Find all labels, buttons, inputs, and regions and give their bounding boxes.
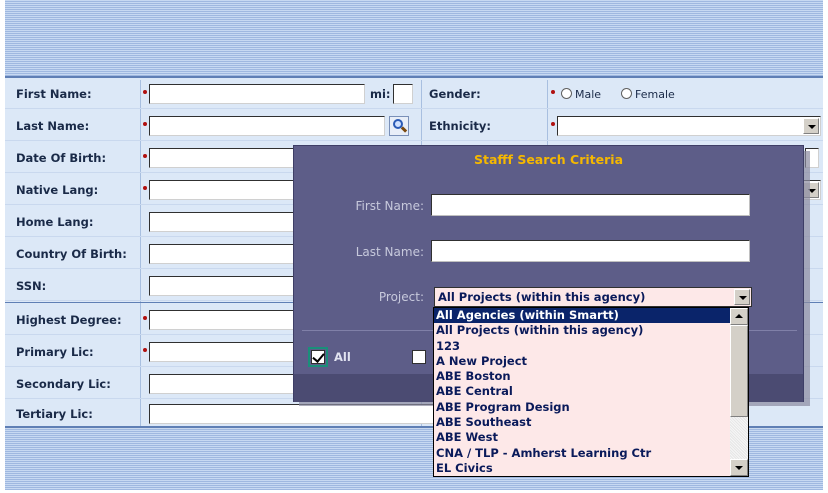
required-marker [143,348,147,352]
search-first-name-label: First Name: [355,199,424,213]
dropdown-option[interactable]: All Projects (within this agency) [434,323,730,338]
search-button[interactable] [389,116,409,136]
middle-initial-input[interactable] [393,84,413,104]
country-select[interactable] [149,244,299,264]
dropdown-option[interactable]: EL Civics [434,461,730,476]
required-marker [551,122,555,126]
gender-male-label: Male [575,88,602,101]
dropdown-option[interactable]: ABE Central [434,384,730,399]
primary-lic-select[interactable] [149,342,299,362]
dropdown-scrollbar[interactable] [730,308,748,476]
primary-lic-label: Primary Lic: [16,345,94,359]
secondary-lic-label: Secondary Lic: [16,377,111,391]
all-checkbox-label: All [334,350,351,364]
gender-female-label: Female [635,88,675,101]
highest-degree-select[interactable] [149,310,299,330]
scroll-down-button[interactable] [730,459,748,476]
dropdown-option[interactable]: All Agencies (within Smartt) [434,308,730,324]
project-selected-value: All Projects (within this agency) [438,290,646,304]
dropdown-option[interactable]: ABE Boston [434,369,730,384]
required-marker [143,122,147,126]
dropdown-option[interactable]: ABE Program Design [434,400,730,415]
dialog-title: Stafff Search Criteria [473,152,624,167]
all-checkbox[interactable] [311,350,325,364]
gender-male-radio[interactable] [561,88,572,99]
ethnicity-label: Ethnicity: [429,119,492,133]
last-name-input[interactable] [149,116,385,136]
first-name-input[interactable] [149,84,365,104]
ssn-input[interactable] [149,276,299,296]
row-last-name: Last Name: Ethnicity: [5,110,823,141]
ethnicity-select[interactable] [557,116,821,136]
search-last-name-label: Last Name: [355,245,424,259]
dropdown-option[interactable]: 123 [434,339,730,354]
dropdown-option[interactable]: ABE West [434,430,730,445]
project-select[interactable]: All Projects (within this agency) [434,287,752,307]
last-name-label: Last Name: [16,119,90,133]
scroll-up-button[interactable] [730,308,748,325]
gender-female-radio[interactable] [621,88,632,99]
project-dropdown-list[interactable]: All Agencies (within Smartt) All Projects… [433,307,749,477]
native-lang-select[interactable] [149,180,299,200]
gender-label: Gender: [429,87,481,101]
first-name-label: First Name: [16,87,92,101]
required-marker [143,316,147,320]
dropdown-options: All Agencies (within Smartt) All Projects… [434,308,748,476]
ssn-label: SSN: [16,279,47,293]
scroll-thumb[interactable] [730,325,748,417]
required-marker [143,90,147,94]
home-lang-select[interactable] [149,212,299,232]
dropdown-option[interactable]: A New Project [434,354,730,369]
home-lang-label: Home Lang: [16,215,94,229]
dob-label: Date Of Birth: [16,151,107,165]
row-first-name: First Name: mi: Gender: Male Female [5,78,823,109]
tertiary-lic-select[interactable] [149,404,435,424]
required-marker [143,154,147,158]
highest-degree-label: Highest Degree: [16,313,122,327]
search-first-name-input[interactable] [431,194,750,216]
required-marker [551,90,555,94]
secondary-lic-select[interactable] [149,374,299,394]
dropdown-option[interactable]: CNA / TLP - Amherst Learning Ctr [434,446,730,461]
tertiary-lic-label: Tertiary Lic: [16,407,93,421]
option-checkbox[interactable] [412,350,426,364]
header-band [5,0,823,76]
magnifier-handle [400,126,408,133]
country-label: Country Of Birth: [16,247,127,261]
mi-label: mi: [370,87,391,101]
native-lang-label: Native Lang: [16,183,99,197]
project-label: Project: [378,290,424,304]
chevron-down-icon [803,118,819,134]
chevron-down-icon [734,289,750,305]
dob-input[interactable] [149,148,299,168]
search-last-name-input[interactable] [431,240,750,262]
dropdown-option[interactable]: ABE Southeast [434,415,730,430]
required-marker [143,186,147,190]
